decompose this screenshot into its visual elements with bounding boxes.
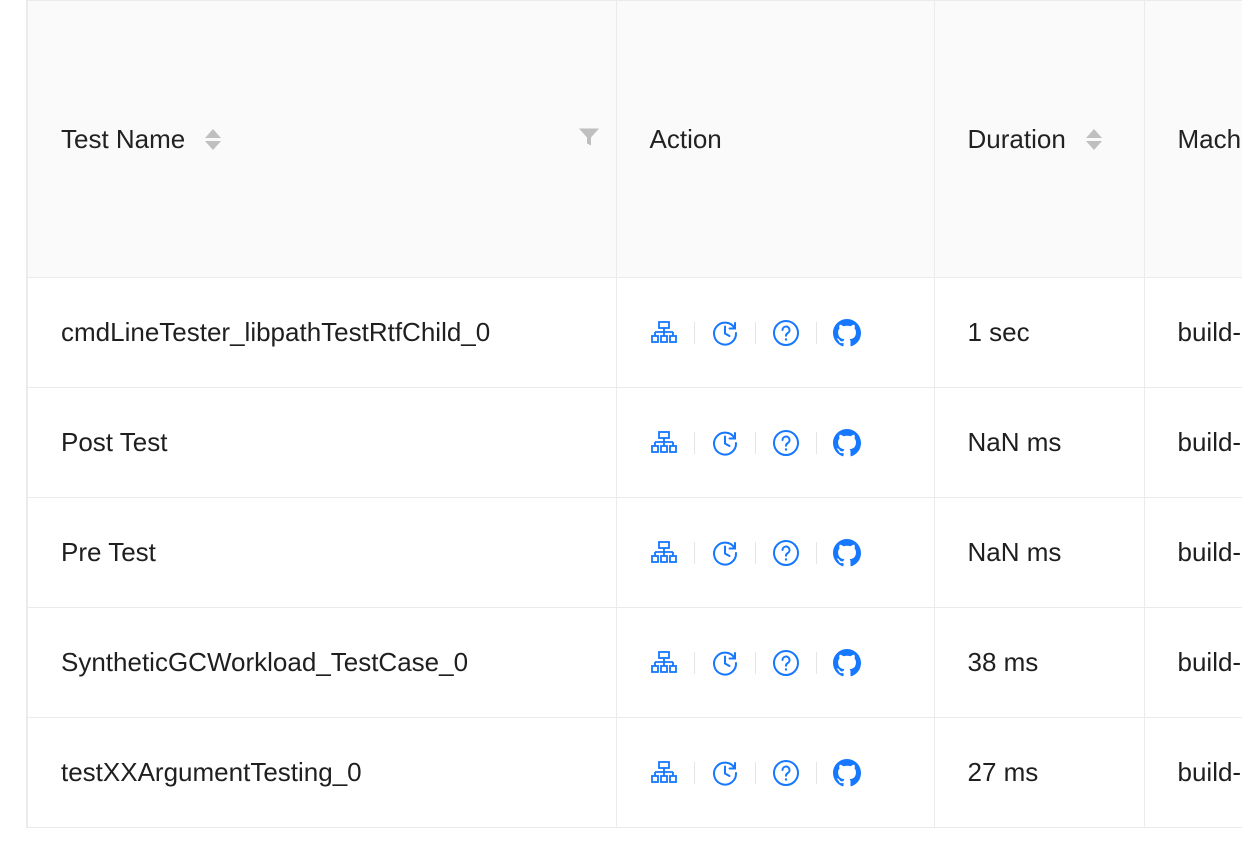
filter-icon[interactable] [578, 124, 600, 155]
action-group [650, 318, 934, 347]
table-header: Test Name Action Duration Mach [26, 0, 1242, 278]
table-row: testXXArgumentTesting_0 27 ms build- [26, 717, 1242, 828]
action-divider [754, 651, 756, 674]
github-icon[interactable] [832, 648, 861, 677]
question-circle-icon[interactable] [772, 649, 800, 677]
action-divider [815, 651, 817, 674]
question-circle-icon[interactable] [772, 429, 800, 457]
question-circle-icon[interactable] [772, 759, 800, 787]
sort-descending-icon[interactable] [205, 140, 222, 150]
action-divider [754, 761, 756, 784]
action-divider [754, 431, 756, 454]
action-group [650, 538, 934, 567]
action-divider [693, 321, 695, 344]
column-header-test-name[interactable]: Test Name [26, 0, 617, 278]
table-body: cmdLineTester_libpathTestRtfChild_0 1 se… [26, 277, 1242, 828]
test-name-cell: Post Test [26, 387, 617, 498]
column-header-duration[interactable]: Duration [933, 0, 1145, 278]
action-divider [693, 541, 695, 564]
header-row: Test Name Action Duration Mach [26, 0, 1242, 278]
column-header-duration-label: Duration [967, 123, 1066, 154]
duration-cell: NaN ms [933, 387, 1145, 498]
table-row: Post Test NaN ms build- [26, 387, 1242, 498]
action-cell [615, 497, 935, 608]
action-cell [615, 717, 935, 828]
history-icon[interactable] [711, 429, 739, 457]
sort-icon[interactable] [205, 128, 222, 150]
sort-icon[interactable] [1085, 128, 1102, 150]
action-divider [754, 541, 756, 564]
action-divider [815, 761, 817, 784]
test-name-cell: testXXArgumentTesting_0 [26, 717, 617, 828]
test-name-cell: cmdLineTester_libpathTestRtfChild_0 [26, 277, 617, 388]
history-icon[interactable] [711, 759, 739, 787]
sort-descending-icon[interactable] [1085, 140, 1102, 150]
table-row: cmdLineTester_libpathTestRtfChild_0 1 se… [26, 277, 1242, 388]
question-circle-icon[interactable] [772, 539, 800, 567]
cluster-icon[interactable] [650, 759, 678, 787]
cluster-icon[interactable] [650, 539, 678, 567]
action-divider [815, 431, 817, 454]
duration-cell: 38 ms [933, 607, 1145, 718]
action-group [650, 758, 934, 787]
github-icon[interactable] [832, 318, 861, 347]
machine-cell: build- [1143, 387, 1242, 498]
github-icon[interactable] [832, 428, 861, 457]
column-header-action-label: Action [649, 123, 722, 154]
action-cell [615, 277, 935, 388]
action-cell [615, 607, 935, 718]
question-circle-icon[interactable] [772, 319, 800, 347]
history-icon[interactable] [711, 319, 739, 347]
duration-cell: 1 sec [933, 277, 1145, 388]
action-cell [615, 387, 935, 498]
machine-cell: build- [1143, 717, 1242, 828]
action-divider [754, 321, 756, 344]
cluster-icon[interactable] [650, 429, 678, 457]
duration-cell: NaN ms [933, 497, 1145, 608]
column-header-machine-label: Mach [1177, 123, 1242, 154]
test-name-cell: SyntheticGCWorkload_TestCase_0 [26, 607, 617, 718]
action-group [650, 648, 934, 677]
cluster-icon[interactable] [650, 319, 678, 347]
column-header-test-name-label: Test Name [61, 123, 186, 154]
sort-ascending-icon[interactable] [1085, 128, 1102, 138]
action-group [650, 428, 934, 457]
test-results-table: Test Name Action Duration Mach cmdLineTe… [26, 0, 1242, 828]
table-row: Pre Test NaN ms build- [26, 497, 1242, 608]
column-header-machine: Mach [1143, 0, 1242, 278]
duration-cell: 27 ms [933, 717, 1145, 828]
action-divider [693, 651, 695, 674]
action-divider [693, 431, 695, 454]
machine-cell: build- [1143, 277, 1242, 388]
action-divider [815, 321, 817, 344]
history-icon[interactable] [711, 539, 739, 567]
machine-cell: build- [1143, 607, 1242, 718]
test-name-cell: Pre Test [26, 497, 617, 608]
table-row: SyntheticGCWorkload_TestCase_0 38 ms bui… [26, 607, 1242, 718]
machine-cell: build- [1143, 497, 1242, 608]
column-header-action: Action [615, 0, 935, 278]
history-icon[interactable] [711, 649, 739, 677]
cluster-icon[interactable] [650, 649, 678, 677]
github-icon[interactable] [832, 758, 861, 787]
action-divider [815, 541, 817, 564]
github-icon[interactable] [832, 538, 861, 567]
sort-ascending-icon[interactable] [205, 128, 222, 138]
test-results-table-container: Test Name Action Duration Mach cmdLineTe… [26, 0, 1242, 828]
action-divider [693, 761, 695, 784]
